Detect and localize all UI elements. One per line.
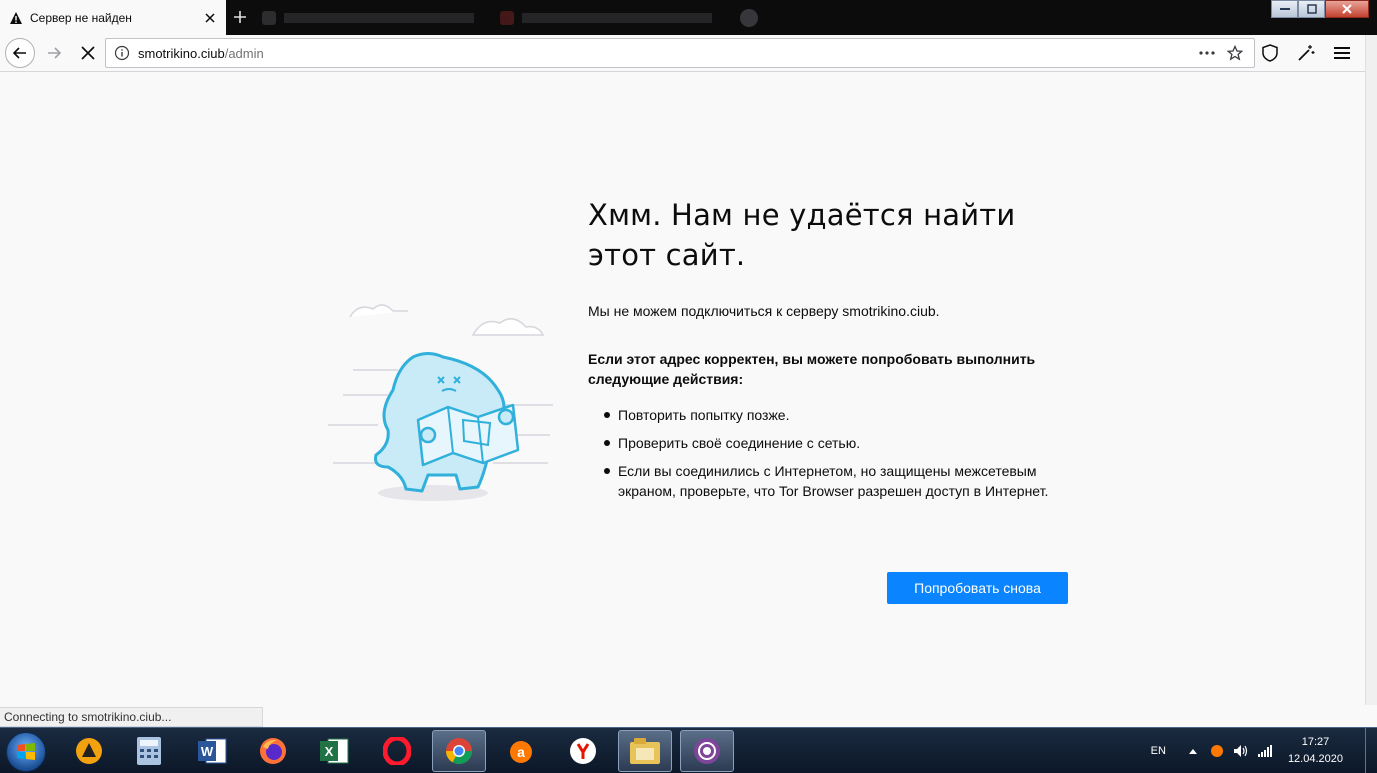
new-tab-button[interactable] xyxy=(228,5,252,29)
explorer-icon xyxy=(630,736,660,766)
taskbar-app-tor[interactable] xyxy=(680,730,734,772)
taskbar-app-aimp[interactable] xyxy=(62,730,116,772)
avast-icon: a xyxy=(506,736,536,766)
taskbar-app-avast[interactable]: a xyxy=(494,730,548,772)
address-bar[interactable]: smotrikino.ciub/admin xyxy=(105,38,1255,68)
tab-title: Сервер не найден xyxy=(30,10,132,25)
lost-character-illustration xyxy=(318,295,563,510)
error-description: Мы не можем подключиться к серверу smotr… xyxy=(588,303,940,319)
word-icon: W xyxy=(198,736,228,766)
warning-icon xyxy=(8,10,24,26)
error-text: Хмм. Нам не удаётся найти этот сайт. Мы … xyxy=(588,195,1078,509)
tip-item: Повторить попытку позже. xyxy=(602,405,1078,425)
taskbar-app-chrome[interactable] xyxy=(432,730,486,772)
tab-favicon xyxy=(740,8,758,27)
taskbar-app-excel[interactable]: X xyxy=(308,730,362,772)
tips-list: Повторить попытку позже. Проверить своё … xyxy=(588,405,1078,501)
chrome-icon xyxy=(444,736,474,766)
taskbar-app-opera[interactable] xyxy=(370,730,424,772)
aimp-icon xyxy=(74,736,104,766)
yandex-icon xyxy=(568,736,598,766)
shield-icon[interactable] xyxy=(1255,38,1285,68)
magic-wand-icon[interactable] xyxy=(1291,38,1321,68)
back-button[interactable] xyxy=(5,38,35,68)
tip-item: Проверить своё соединение с сетью. xyxy=(602,433,1078,453)
tab-favicon xyxy=(262,10,276,25)
svg-text:X: X xyxy=(325,744,334,759)
system-tray: EN 17:27 12.04.2020 xyxy=(1151,728,1377,773)
status-bar: Connecting to smotrikino.ciub... xyxy=(0,707,263,727)
calculator-icon xyxy=(134,736,164,766)
tab-favicon xyxy=(500,10,514,25)
tab-strip: Сервер не найден xyxy=(0,0,1377,35)
clock-time: 17:27 xyxy=(1301,736,1330,748)
scrollbar[interactable] xyxy=(1365,35,1377,705)
clock[interactable]: 17:27 12.04.2020 xyxy=(1288,734,1343,768)
tab-title-blurred xyxy=(522,12,712,23)
stop-button[interactable] xyxy=(73,38,103,68)
svg-text:W: W xyxy=(201,744,214,759)
try-again-button[interactable]: Попробовать снова xyxy=(887,572,1068,604)
firefox-icon xyxy=(258,736,288,766)
window-controls xyxy=(1271,0,1369,18)
taskbar-app-firefox[interactable] xyxy=(246,730,300,772)
volume-icon[interactable] xyxy=(1232,742,1250,760)
menu-icon[interactable] xyxy=(1327,38,1357,68)
taskbar-app-explorer[interactable] xyxy=(618,730,672,772)
taskbar-app-calculator[interactable] xyxy=(122,730,176,772)
minimize-button[interactable] xyxy=(1271,0,1298,18)
background-tab[interactable] xyxy=(494,5,724,30)
taskbar-app-word[interactable]: W xyxy=(186,730,240,772)
start-button[interactable] xyxy=(6,732,46,772)
page-actions-icon[interactable] xyxy=(1196,42,1218,64)
info-icon[interactable] xyxy=(114,45,130,61)
clock-date: 12.04.2020 xyxy=(1287,753,1343,765)
toolbar-right xyxy=(1255,38,1357,68)
close-tab-icon[interactable] xyxy=(202,10,218,26)
tab-title-blurred xyxy=(284,12,474,23)
chevron-up-icon[interactable] xyxy=(1184,742,1202,760)
opera-icon xyxy=(382,736,412,766)
excel-icon: X xyxy=(320,736,350,766)
taskbar-app-yandex[interactable] xyxy=(556,730,610,772)
svg-text:a: a xyxy=(517,744,525,760)
tip-item: Если вы соединились с Интернетом, но защ… xyxy=(602,461,1078,501)
taskbar: W X a EN 17:27 12.04.2020 xyxy=(0,727,1377,773)
background-tab[interactable] xyxy=(256,5,486,30)
maximize-button[interactable] xyxy=(1298,0,1325,18)
bookmark-star-icon[interactable] xyxy=(1224,42,1246,64)
language-indicator[interactable]: EN xyxy=(1151,745,1166,757)
navigation-bar: smotrikino.ciub/admin xyxy=(0,35,1365,72)
tor-icon xyxy=(692,736,722,766)
tab-active[interactable]: Сервер не найден xyxy=(0,0,226,35)
close-window-button[interactable] xyxy=(1325,0,1369,18)
show-desktop-button[interactable] xyxy=(1365,728,1377,773)
background-tab[interactable] xyxy=(734,5,764,30)
forward-button[interactable] xyxy=(39,38,69,68)
network-signal-icon[interactable] xyxy=(1256,742,1274,760)
avast-tray-icon[interactable] xyxy=(1208,742,1226,760)
url-path: /admin xyxy=(224,45,264,61)
url-host: smotrikino.ciub xyxy=(138,45,225,61)
url-text: smotrikino.ciub/admin xyxy=(138,46,1190,61)
error-hint: Если этот адрес корректен, вы можете поп… xyxy=(588,351,1036,387)
error-title: Хмм. Нам не удаётся найти этот сайт. xyxy=(588,198,1016,272)
